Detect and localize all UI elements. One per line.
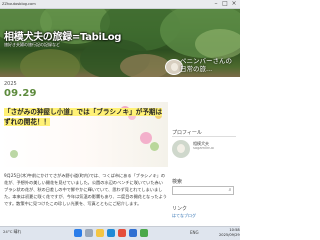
search-taskbar-icon[interactable]: [85, 229, 93, 237]
divider: [172, 136, 236, 137]
taskbar-clock[interactable]: 10:58 2025/09/29: [219, 228, 240, 238]
post-body: 9月25日(木)午前にかけてさがみ野小道(町内)では、つくば市にある「ブラシノキ…: [4, 173, 167, 206]
chrome-icon[interactable]: [118, 229, 126, 237]
maximize-icon[interactable]: □: [221, 0, 229, 8]
file-explorer-icon[interactable]: [96, 229, 104, 237]
post-year: 2025: [4, 81, 17, 87]
header-side-title: ペニンバーさんの 日常の旅...: [180, 57, 232, 73]
link-item[interactable]: はてなブログ: [172, 213, 196, 219]
search-input[interactable]: [172, 186, 234, 195]
blog-title[interactable]: 相模犬夫の旅録=TabiLog: [4, 28, 121, 43]
close-icon[interactable]: ×: [230, 0, 238, 8]
browser-titlebar: ZZhoutosblog.com – □ ×: [0, 0, 240, 9]
search-heading: 検索: [172, 179, 183, 185]
mail-icon[interactable]: [129, 229, 137, 237]
minimize-icon[interactable]: –: [212, 0, 220, 8]
post-date: 09.29: [4, 88, 37, 99]
profile-id[interactable]: sagamiinuo: [193, 146, 214, 150]
profile-avatar[interactable]: [172, 140, 190, 158]
post-title[interactable]: 「さがみの狆屋し小道」では「ブラシノキ」が予期はずれの開花！！: [4, 107, 164, 127]
weather-widget[interactable]: 24°C 晴れ: [3, 229, 21, 235]
address-bar[interactable]: ZZhoutosblog.com: [2, 1, 36, 8]
links-heading: リンク: [172, 206, 188, 212]
search-icon[interactable]: ⌕: [226, 187, 234, 194]
tray-language[interactable]: ENG: [190, 230, 199, 235]
app-icon[interactable]: [140, 229, 148, 237]
browser-icon[interactable]: [107, 229, 115, 237]
header-banner: 相模犬夫の旅録=TabiLog 旅好き夫婦の旅行記の記録など ペニンバーさんの …: [0, 9, 240, 77]
start-icon[interactable]: [74, 229, 82, 237]
profile-heading: プロフィール: [172, 130, 202, 136]
blog-subtitle: 旅好き夫婦の旅行記の記録など: [4, 42, 60, 47]
